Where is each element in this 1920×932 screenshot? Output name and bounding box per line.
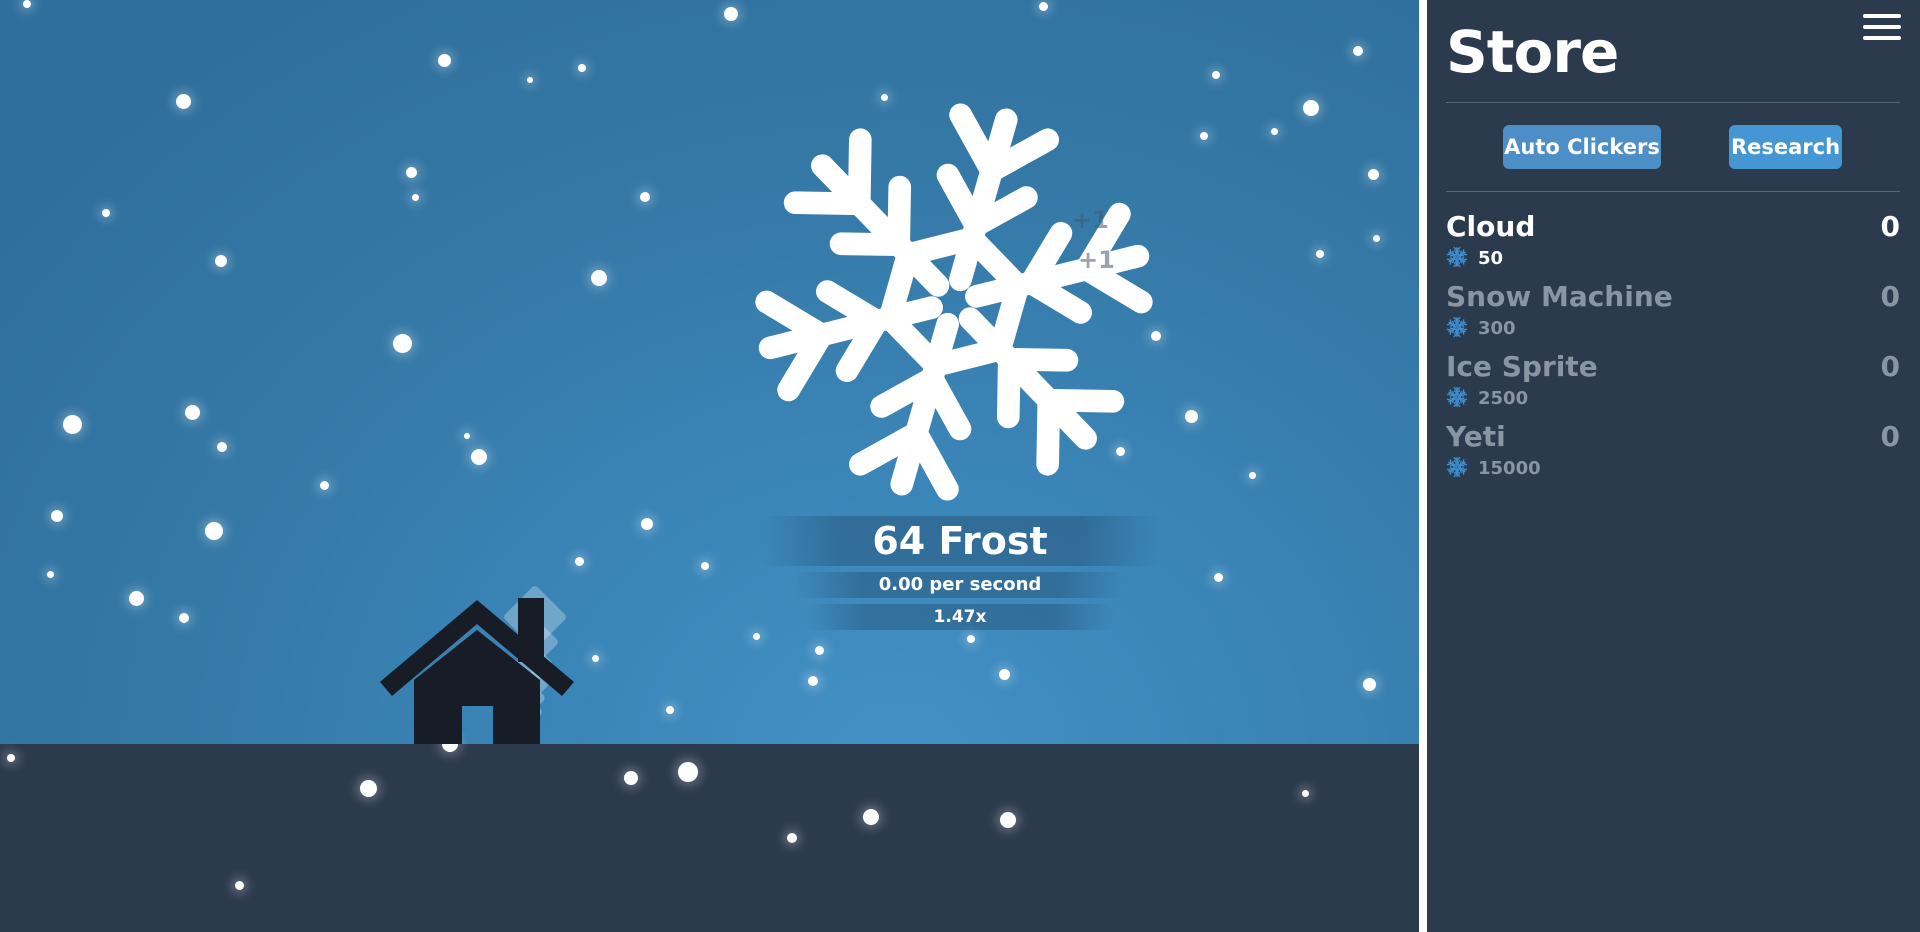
snow-particle — [863, 809, 879, 825]
snow-particle — [1200, 132, 1208, 140]
store-panel: Store Auto Clickers Research Cloud 0 50 … — [1427, 0, 1920, 932]
item-price: 50 — [1478, 248, 1504, 269]
item-owned-count: 0 — [1880, 210, 1900, 243]
snow-particle — [701, 562, 709, 570]
snow-particle — [128, 590, 144, 606]
tab-research[interactable]: Research — [1729, 125, 1842, 169]
item-price: 2500 — [1478, 388, 1529, 409]
ground — [0, 744, 1419, 932]
snow-particle — [787, 833, 797, 843]
item-price: 15000 — [1478, 458, 1541, 479]
snow-particle — [1372, 234, 1380, 242]
snow-particle — [184, 404, 200, 420]
hamburger-menu-icon[interactable] — [1863, 14, 1901, 44]
snow-particle — [967, 635, 975, 643]
snow-particle — [724, 7, 738, 21]
snow-particle — [1301, 789, 1309, 797]
snow-particle — [1367, 168, 1379, 180]
click-popup: +1 — [1078, 246, 1115, 274]
snow-particle — [666, 706, 674, 714]
frost-count: 64 Frost — [760, 516, 1160, 566]
click-multiplier: 1.47x — [805, 604, 1115, 630]
snow-particle — [527, 77, 533, 83]
item-owned-count: 0 — [1880, 280, 1900, 313]
snow-particle — [1362, 677, 1376, 691]
snow-particle — [102, 209, 110, 217]
snow-particle — [1248, 471, 1256, 479]
sky-background — [0, 0, 1419, 744]
panel-divider — [1419, 0, 1427, 932]
snow-particle — [205, 522, 223, 540]
item-owned-count: 0 — [1880, 350, 1900, 383]
snow-particle — [1353, 46, 1363, 56]
snow-particle — [1303, 100, 1319, 116]
tab-auto-clickers[interactable]: Auto Clickers — [1503, 125, 1661, 169]
snow-particle — [46, 570, 54, 578]
snow-particle — [411, 193, 419, 201]
snow-particle — [62, 414, 82, 434]
snow-particle — [234, 880, 244, 890]
game-scene: +1 +1 64 Frost 0.00 per second 1.47x — [0, 0, 1419, 932]
item-name: Cloud — [1446, 210, 1536, 243]
snow-particle — [7, 754, 15, 762]
item-name: Snow Machine — [1446, 280, 1673, 313]
snow-particle — [624, 771, 638, 785]
snow-particle — [591, 270, 607, 286]
snow-particle — [1270, 127, 1278, 135]
snow-particle — [998, 668, 1010, 680]
snowflake-icon — [1446, 316, 1468, 338]
item-price: 300 — [1478, 318, 1516, 339]
snow-particle — [1213, 572, 1223, 582]
item-name: Ice Sprite — [1446, 350, 1598, 383]
snow-particle — [51, 510, 63, 522]
snow-particle — [752, 632, 760, 640]
snow-particle — [808, 676, 818, 686]
item-owned-count: 0 — [1880, 420, 1900, 453]
divider — [1446, 102, 1900, 103]
snow-particle — [640, 192, 650, 202]
item-name: Yeti — [1446, 420, 1506, 453]
snow-particle — [591, 654, 599, 662]
snow-particle — [405, 166, 417, 178]
snow-particle — [471, 449, 487, 465]
snow-particle — [464, 433, 470, 439]
snow-particle — [1184, 409, 1198, 423]
store-item-snow-machine[interactable]: Snow Machine 0 300 — [1446, 280, 1900, 348]
house-icon — [380, 584, 574, 746]
snow-particle — [179, 613, 189, 623]
frost-per-second: 0.00 per second — [795, 572, 1125, 598]
snow-particle — [814, 645, 824, 655]
snow-particle — [437, 53, 451, 67]
snow-particle — [1212, 71, 1220, 79]
snow-particle — [215, 255, 227, 267]
snowflake-icon[interactable] — [748, 96, 1160, 508]
stats-panel: 64 Frost 0.00 per second 1.47x — [760, 516, 1160, 630]
snowflake-icon — [1446, 456, 1468, 478]
snowflake-icon — [1446, 386, 1468, 408]
divider — [1446, 191, 1900, 192]
store-item-ice-sprite[interactable]: Ice Sprite 0 2500 — [1446, 350, 1900, 418]
store-title: Store — [1446, 18, 1619, 86]
store-item-cloud[interactable]: Cloud 0 50 — [1446, 210, 1900, 278]
snow-particle — [359, 779, 377, 797]
snow-particle — [1316, 250, 1324, 258]
snow-particle — [175, 93, 191, 109]
snow-particle — [574, 556, 584, 566]
click-popup: +1 — [1072, 206, 1109, 234]
snow-particle — [217, 442, 227, 452]
snow-particle — [641, 518, 653, 530]
store-item-yeti[interactable]: Yeti 0 15000 — [1446, 420, 1900, 488]
snow-particle — [23, 0, 31, 8]
snow-particle — [392, 333, 412, 353]
snow-particle — [1038, 1, 1048, 11]
snow-particle — [319, 480, 329, 490]
snowflake-icon — [1446, 246, 1468, 268]
snow-particle — [578, 64, 586, 72]
snow-particle — [1000, 812, 1016, 828]
snow-particle — [678, 762, 698, 782]
